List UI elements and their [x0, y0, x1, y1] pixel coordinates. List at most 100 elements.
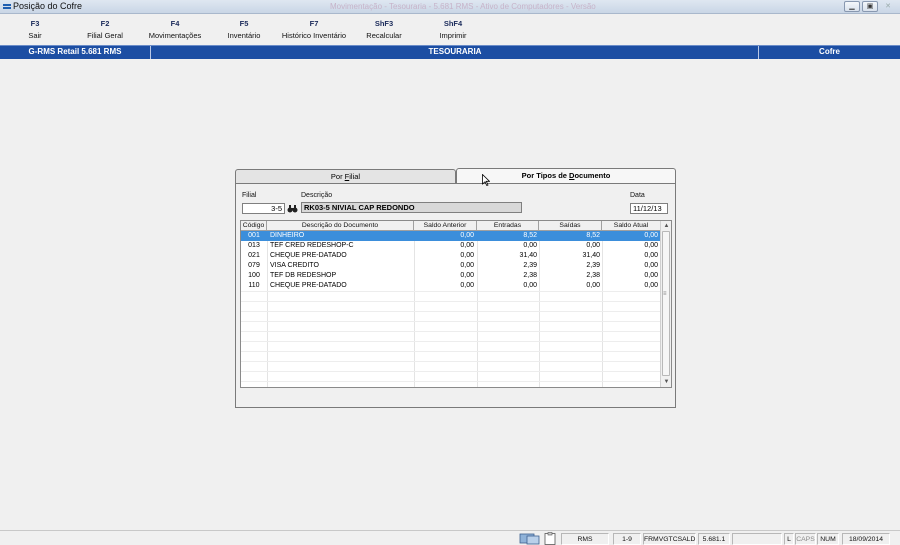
data-label: Data	[630, 192, 645, 199]
cell-saidas: 0,00	[586, 242, 600, 249]
status-version: 5.681.1	[698, 533, 730, 545]
cofre-dialog: Por Filial Por Tipos de Documento Filial…	[235, 168, 676, 408]
status-l: L	[784, 533, 794, 545]
grid-rule	[241, 301, 661, 302]
fkey-historico-inventario[interactable]: F7 Histórico Inventário	[278, 19, 350, 40]
table-row[interactable]: 013 TEF CRED REDESHOP-C 0,00 0,00 0,00 0…	[241, 241, 661, 251]
maximize-button[interactable]: ▣	[862, 1, 878, 12]
grid-vertical-scrollbar[interactable]: ▲ ≡ ▼	[660, 221, 671, 387]
cell-saldo-atual: 0,00	[644, 232, 658, 239]
table-row[interactable]: 079 VISA CREDITO 0,00 2,39 2,39 0,00	[241, 261, 661, 271]
title-bar: Posição do Cofre Movimentação - Tesourar…	[0, 0, 900, 14]
cell-saidas: 2,38	[586, 272, 600, 279]
status-program: FRMVGTCSALD	[643, 533, 696, 545]
col-header-saldo-atual[interactable]: Saldo Atual	[602, 221, 661, 231]
cell-saldo-anterior: 0,00	[460, 232, 474, 239]
cell-saidas: 2,39	[586, 262, 600, 269]
descricao-field: RK03-5 NIVIAL CAP REDONDO	[301, 202, 522, 213]
data-field[interactable]: 11/12/13	[630, 203, 668, 214]
cell-saidas: 31,40	[582, 252, 600, 259]
col-header-descricao[interactable]: Descrição do Documento	[267, 221, 414, 231]
fkey-key: F2	[100, 19, 110, 28]
descricao-label: Descrição	[301, 192, 333, 199]
fkey-movimentacoes[interactable]: F4 Movimentações	[144, 19, 206, 40]
cell-saldo-atual: 0,00	[644, 242, 658, 249]
scroll-down-icon[interactable]: ▼	[661, 377, 671, 387]
fkey-label: Imprimir	[439, 31, 467, 40]
scroll-up-icon[interactable]: ▲	[661, 221, 671, 231]
cell-saldo-anterior: 0,00	[460, 262, 474, 269]
minimize-button[interactable]: ▁	[844, 1, 860, 12]
binoculars-search-icon[interactable]	[287, 204, 298, 213]
table-row[interactable]: 100 TEF DB REDESHOP 0,00 2,38 2,38 0,00	[241, 271, 661, 281]
grid-rule	[241, 371, 661, 372]
grid-rule	[241, 291, 661, 292]
table-row[interactable]: 021 CHEQUE PRE-DATADO 0,00 31,40 31,40 0…	[241, 251, 661, 261]
table-row[interactable]: 001 DINHEIRO 0,00 8,52 8,52 0,00	[241, 231, 661, 241]
tab-por-filial[interactable]: Por Filial	[235, 169, 456, 183]
cell-descricao: TEF DB REDESHOP	[270, 272, 337, 279]
fkey-imprimir[interactable]: ShF4 Imprimir	[432, 19, 474, 40]
fkey-recalcular[interactable]: ShF3 Recalcular	[362, 19, 406, 40]
cell-saldo-anterior: 0,00	[460, 282, 474, 289]
cell-entradas: 0,00	[523, 282, 537, 289]
cell-saidas: 0,00	[586, 282, 600, 289]
status-bar: RMS 1-9 FRMVGTCSALD 5.681.1 L CAPS NUM 1…	[0, 530, 900, 545]
col-header-codigo[interactable]: Código	[241, 221, 267, 231]
grid-rule	[241, 341, 661, 342]
scroll-grip-icon: ≡	[663, 291, 667, 297]
tab-strip: Por Filial Por Tipos de Documento	[235, 168, 676, 183]
cell-entradas: 2,39	[523, 262, 537, 269]
col-header-saidas[interactable]: Saídas	[539, 221, 602, 231]
cell-saldo-anterior: 0,00	[460, 242, 474, 249]
cell-entradas: 31,40	[519, 252, 537, 259]
close-button[interactable]: ✕	[880, 1, 896, 12]
clipboard-icon	[544, 532, 556, 545]
cell-codigo: 110	[248, 282, 260, 289]
fkey-label: Sair	[28, 31, 42, 40]
filial-field[interactable]: 3-5	[242, 203, 285, 214]
fkey-label: Inventário	[227, 31, 261, 40]
cell-saldo-atual: 0,00	[644, 262, 658, 269]
fkey-label: Recalcular	[366, 31, 402, 40]
fkey-filial-geral[interactable]: F2 Filial Geral	[84, 19, 126, 40]
cell-codigo: 079	[248, 262, 260, 269]
cell-descricao: TEF CRED REDESHOP-C	[270, 242, 354, 249]
window-title: Posição do Cofre	[13, 1, 83, 11]
scroll-thumb[interactable]	[662, 231, 670, 376]
cell-saldo-anterior: 0,00	[460, 272, 474, 279]
status-caps: CAPS	[795, 533, 816, 545]
module-title: TESOURARIA	[428, 47, 482, 56]
fkey-key: ShF3	[374, 19, 394, 28]
tab-label-suffix: ocumento	[574, 171, 611, 180]
cell-codigo: 100	[248, 272, 260, 279]
col-header-entradas[interactable]: Entradas	[477, 221, 539, 231]
tab-label-prefix: Por	[330, 172, 345, 181]
grid-rule	[241, 361, 661, 362]
product-version: G-RMS Retail 5.681 RMS	[0, 46, 151, 59]
grid-header: Código Descrição do Documento Saldo Ante…	[241, 221, 671, 231]
grid-rule	[241, 311, 661, 312]
fkey-label: Movimentações	[148, 31, 202, 40]
app-icon	[3, 4, 11, 10]
fkey-sair[interactable]: F3 Sair	[18, 19, 52, 40]
cell-descricao: CHEQUE PRE-DATADO	[270, 282, 347, 289]
table-row[interactable]: 110 CHEQUE PRE-DATADO 0,00 0,00 0,00 0,0…	[241, 281, 661, 291]
fkey-key: ShF4	[443, 19, 463, 28]
mouse-cursor-icon	[482, 174, 490, 186]
grid-rule	[241, 331, 661, 332]
tab-label-prefix: Por Tipos de	[521, 171, 570, 180]
module-header: G-RMS Retail 5.681 RMS TESOURARIA Cofre	[0, 45, 900, 59]
cell-codigo: 021	[248, 252, 260, 259]
cell-codigo: 013	[248, 242, 260, 249]
fkey-inventario[interactable]: F5 Inventário	[222, 19, 266, 40]
cell-saidas: 8,52	[586, 232, 600, 239]
col-header-saldo-anterior[interactable]: Saldo Anterior	[414, 221, 477, 231]
status-range: 1-9	[613, 533, 641, 545]
status-empty	[732, 533, 782, 545]
cell-entradas: 0,00	[523, 242, 537, 249]
cell-descricao: CHEQUE PRE-DATADO	[270, 252, 347, 259]
cell-entradas: 8,52	[523, 232, 537, 239]
background-window-title: Movimentação - Tesouraria - 5.681 RMS - …	[330, 2, 596, 11]
status-date: 18/09/2014	[842, 533, 890, 545]
